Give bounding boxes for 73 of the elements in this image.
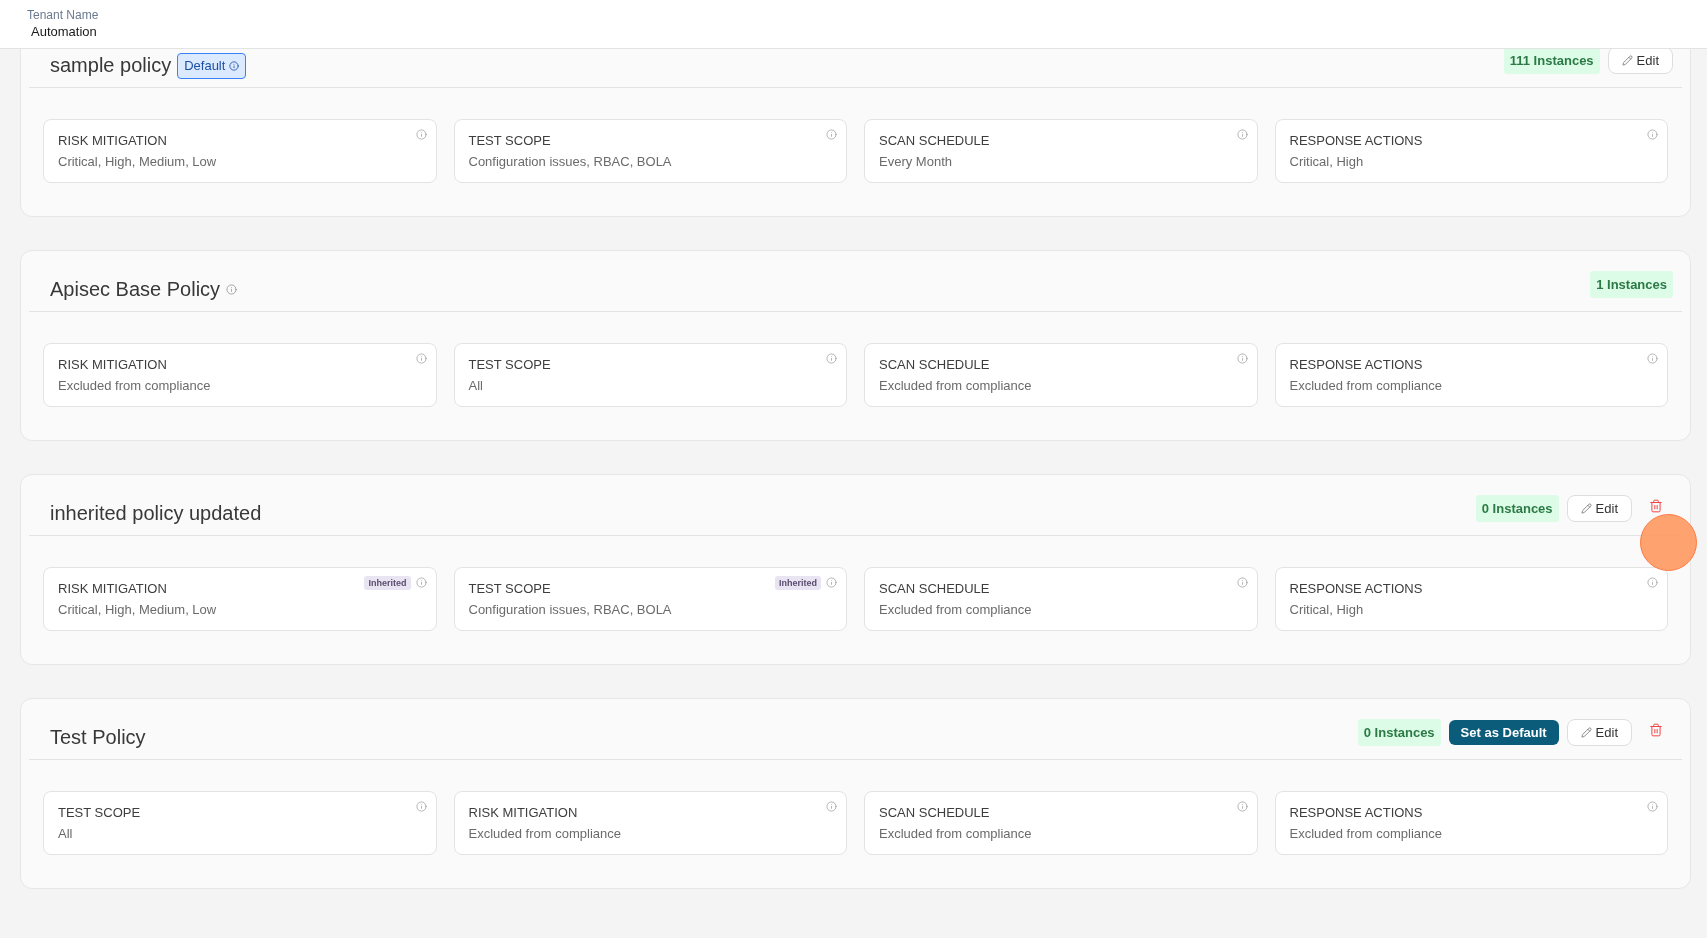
info-icon bbox=[415, 129, 427, 140]
info-icon bbox=[415, 801, 427, 812]
setting-title: RISK MITIGATION bbox=[58, 580, 168, 598]
inherited-badge: Inherited bbox=[775, 576, 821, 590]
setting-title: RESPONSE ACTIONS bbox=[1289, 132, 1423, 150]
policy-title: Test Policy bbox=[50, 725, 146, 750]
info-icon bbox=[826, 577, 837, 588]
policy-title: sample policy bbox=[50, 53, 172, 78]
setting-title: TEST SCOPE bbox=[468, 132, 552, 150]
instances-badge: 1 Instances bbox=[1590, 271, 1673, 298]
info-icon bbox=[1236, 801, 1248, 812]
default-badge: Default bbox=[177, 52, 247, 79]
tenant-name-label: Tenant Name bbox=[27, 7, 100, 23]
inherited-badge: Inherited bbox=[364, 576, 411, 590]
setting-value: Excluded from compliance bbox=[879, 825, 1032, 843]
instances-badge: 0 Instances bbox=[1357, 719, 1441, 746]
edit-button[interactable]: Edit bbox=[1566, 719, 1632, 746]
setting-value: Excluded from compliance bbox=[879, 377, 1032, 395]
info-icon bbox=[1647, 577, 1658, 588]
info-icon bbox=[1236, 129, 1248, 140]
setting-title: RESPONSE ACTIONS bbox=[1289, 804, 1424, 822]
setting-title: RISK MITIGATION bbox=[58, 132, 168, 150]
setting-value: Critical, High bbox=[1289, 153, 1365, 171]
setting-value: Excluded from compliance bbox=[879, 601, 1032, 619]
setting-value: Excluded from compliance bbox=[58, 377, 211, 395]
info-icon bbox=[826, 801, 837, 812]
delete-button[interactable] bbox=[1649, 499, 1663, 513]
setting-value: Configuration issues, RBAC, BOLA bbox=[468, 601, 672, 619]
info-icon bbox=[415, 353, 427, 364]
info-icon bbox=[1647, 129, 1658, 140]
set-default-button[interactable]: Set as Default bbox=[1448, 720, 1559, 745]
setting-value: Excluded from compliance bbox=[1289, 377, 1442, 395]
pencil-icon bbox=[1580, 727, 1592, 738]
tenant-name-value: Automation bbox=[31, 23, 98, 41]
setting-value: Critical, High, Medium, Low bbox=[58, 601, 217, 619]
policy-title: inherited policy updated bbox=[50, 501, 262, 526]
setting-value: Critical, High, Medium, Low bbox=[58, 153, 217, 171]
setting-value: All bbox=[468, 377, 484, 395]
info-icon bbox=[415, 577, 427, 588]
pencil-icon bbox=[1621, 55, 1633, 66]
setting-value: Critical, High bbox=[1289, 601, 1365, 619]
info-icon bbox=[1647, 801, 1658, 812]
info-icon bbox=[826, 129, 837, 140]
pencil-icon bbox=[1580, 503, 1592, 514]
edit-button[interactable]: Edit bbox=[1566, 495, 1632, 522]
info-icon bbox=[826, 353, 837, 364]
delete-button[interactable] bbox=[1649, 723, 1663, 737]
policy-title: Apisec Base Policy bbox=[50, 277, 221, 302]
setting-title: SCAN SCHEDULE bbox=[879, 356, 991, 374]
setting-title: SCAN SCHEDULE bbox=[879, 580, 991, 598]
setting-title: RISK MITIGATION bbox=[58, 356, 168, 374]
instances-badge: 0 Instances bbox=[1475, 495, 1559, 522]
trash-icon bbox=[1649, 723, 1663, 737]
setting-title: RISK MITIGATION bbox=[468, 804, 579, 822]
setting-title: SCAN SCHEDULE bbox=[879, 132, 990, 150]
setting-title: TEST SCOPE bbox=[58, 804, 141, 822]
setting-title: TEST SCOPE bbox=[468, 356, 551, 374]
info-icon bbox=[1236, 577, 1248, 588]
info-icon bbox=[1647, 353, 1658, 364]
edit-button[interactable]: Edit bbox=[1607, 49, 1673, 74]
setting-title: RESPONSE ACTIONS bbox=[1289, 580, 1423, 598]
trash-icon bbox=[1649, 499, 1663, 513]
setting-value: Configuration issues, RBAC, BOLA bbox=[468, 153, 672, 171]
instances-badge: 111 Instances bbox=[1503, 49, 1600, 74]
setting-value: Excluded from compliance bbox=[1289, 825, 1442, 843]
setting-value: Every Month bbox=[879, 153, 953, 171]
setting-title: SCAN SCHEDULE bbox=[879, 804, 991, 822]
setting-title: TEST SCOPE bbox=[468, 580, 552, 598]
setting-title: RESPONSE ACTIONS bbox=[1289, 356, 1424, 374]
info-icon bbox=[229, 60, 240, 71]
setting-value: Excluded from compliance bbox=[468, 825, 621, 843]
setting-value: All bbox=[58, 825, 74, 843]
info-icon bbox=[1236, 353, 1248, 364]
